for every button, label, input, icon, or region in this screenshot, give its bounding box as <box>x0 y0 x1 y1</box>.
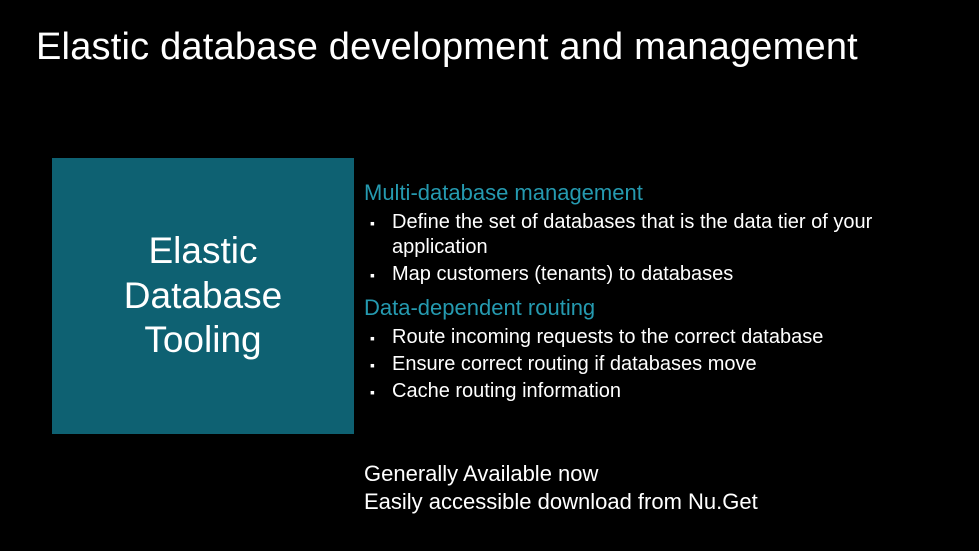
content-area: Multi-database management Define the set… <box>364 180 959 412</box>
feature-box: Elastic Database Tooling <box>52 158 354 434</box>
footer-area: Generally Available now Easily accessibl… <box>364 460 959 515</box>
section-heading-2: Data-dependent routing <box>364 295 959 321</box>
footer-line-1: Generally Available now <box>364 460 959 488</box>
section-heading-1: Multi-database management <box>364 180 959 206</box>
bullet-list-2: Route incoming requests to the correct d… <box>364 325 959 404</box>
slide-title: Elastic database development and managem… <box>36 26 858 69</box>
bullet-item: Map customers (tenants) to databases <box>392 262 959 287</box>
bullet-item: Ensure correct routing if databases move <box>392 352 959 377</box>
bullet-item: Route incoming requests to the correct d… <box>392 325 959 350</box>
bullet-list-1: Define the set of databases that is the … <box>364 210 959 287</box>
footer-line-2: Easily accessible download from Nu.Get <box>364 488 959 516</box>
bullet-item: Cache routing information <box>392 379 959 404</box>
bullet-item: Define the set of databases that is the … <box>392 210 959 260</box>
feature-box-label: Elastic Database Tooling <box>124 229 282 362</box>
